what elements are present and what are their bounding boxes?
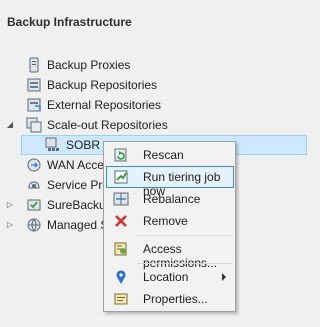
external-repository-icon	[26, 97, 42, 113]
tree-item-external-repositories[interactable]: External Repositories	[26, 95, 161, 115]
wan-accelerator-icon	[26, 157, 42, 173]
tree-item-service-providers[interactable]: Service Prov	[26, 175, 115, 195]
surebackup-icon	[26, 197, 42, 213]
tree-item-label: External Repositories	[47, 98, 162, 112]
tree-item-surebackup[interactable]: SureBackup	[26, 195, 112, 215]
repository-icon	[26, 77, 42, 93]
access-permissions-icon	[113, 241, 129, 257]
menu-item-label: Rebalance	[143, 192, 201, 206]
sobr-icon	[45, 137, 61, 153]
tree-item-label: Managed S	[47, 218, 109, 232]
rescan-icon	[113, 147, 129, 163]
panel-header: Backup Infrastructure	[0, 0, 307, 46]
submenu-arrow-icon	[222, 273, 226, 281]
collapsed-arrow-icon[interactable]: ▷	[5, 220, 15, 230]
menu-item-rescan[interactable]: Rescan	[106, 144, 234, 166]
tree-item-label: WAN Accel	[47, 158, 107, 172]
menu-item-label: Properties...	[143, 292, 208, 306]
panel-title: Backup Infrastructure	[7, 15, 132, 29]
menu-separator	[137, 263, 233, 264]
tree-item-sobr[interactable]: SOBR	[45, 135, 100, 155]
context-menu: Rescan Run tiering job now Rebalance Rem…	[103, 141, 236, 312]
run-tiering-job-icon	[113, 169, 129, 185]
collapsed-arrow-icon[interactable]: ▷	[5, 200, 15, 210]
tree-item-label: Backup Proxies	[47, 58, 131, 72]
managed-servers-icon	[26, 217, 42, 233]
properties-icon	[113, 291, 129, 307]
menu-separator	[137, 235, 233, 236]
tree-item-scale-out-repositories[interactable]: Scale-out Repositories	[26, 115, 168, 135]
menu-item-label: Location	[143, 270, 189, 284]
menu-item-remove[interactable]: Remove	[106, 210, 234, 232]
tree-item-backup-repositories[interactable]: Backup Repositories	[26, 75, 157, 95]
service-provider-icon	[26, 177, 42, 193]
menu-item-properties[interactable]: Properties...	[106, 288, 234, 310]
expanded-arrow-icon[interactable]: ◢	[5, 120, 15, 130]
tree-item-wan-accelerators[interactable]: WAN Accel	[26, 155, 107, 175]
menu-item-label: Remove	[143, 214, 188, 228]
tree-item-backup-proxies[interactable]: Backup Proxies	[26, 55, 130, 75]
menu-item-label: Rescan	[143, 148, 184, 162]
menu-item-location[interactable]: Location	[106, 266, 234, 288]
location-pin-icon	[113, 269, 129, 285]
tree-item-managed-servers[interactable]: Managed S	[26, 215, 108, 235]
remove-icon	[113, 213, 129, 229]
tree-item-label: SOBR	[66, 138, 101, 152]
tree-item-label: Scale-out Repositories	[47, 118, 168, 132]
scale-out-repository-icon	[26, 117, 42, 133]
menu-item-access-permissions[interactable]: Access permissions...	[106, 238, 234, 270]
tree-item-label: Backup Repositories	[47, 78, 158, 92]
proxy-server-icon	[26, 57, 42, 73]
menu-item-rebalance[interactable]: Rebalance	[106, 188, 234, 210]
rebalance-icon	[113, 191, 129, 207]
menu-item-run-tiering-job-now[interactable]: Run tiering job now	[106, 166, 234, 198]
